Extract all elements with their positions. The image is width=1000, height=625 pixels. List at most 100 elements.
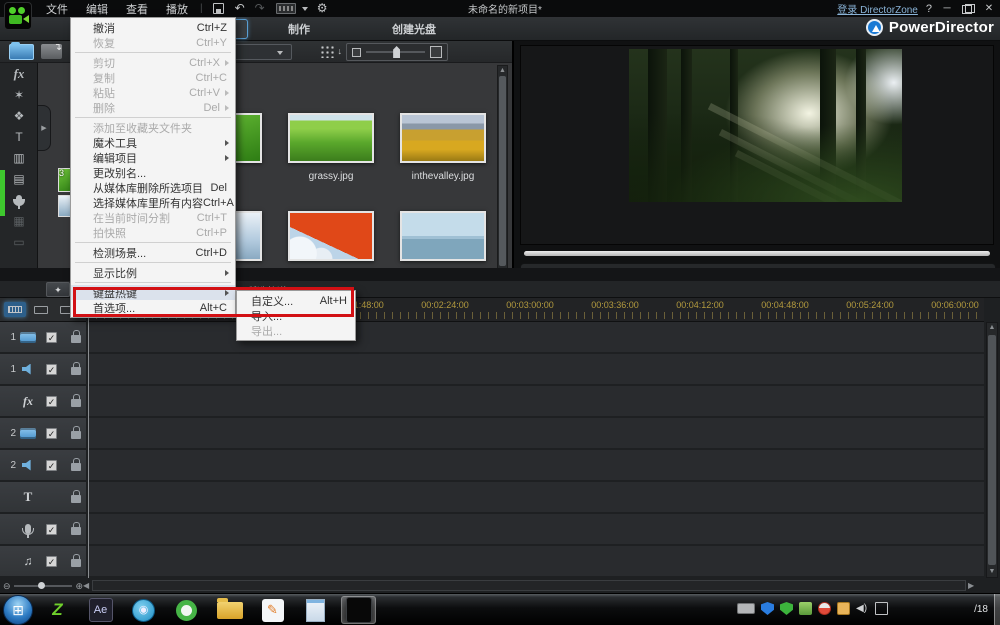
transition-room[interactable]: ▥ [0,147,38,168]
edit-menu-item[interactable]: 显示比例 [71,265,235,280]
tray-language-indicator-icon[interactable] [737,603,755,614]
subtitle-room[interactable]: ▭ [0,231,38,252]
timeline-lane[interactable] [88,482,984,512]
zoom-slider-thumb[interactable] [393,46,400,58]
preview-seekbar[interactable] [524,251,990,256]
audio-mixing-room[interactable]: ▤ [0,168,38,189]
zoom-slider[interactable] [366,51,425,53]
particle-room[interactable]: ❖ [0,105,38,126]
hotkey-submenu-item[interactable]: 导出... [237,323,355,338]
track-enable-checkbox[interactable] [46,332,57,343]
minimize-button[interactable]: ─ [940,3,954,14]
hscroll-left-arrow[interactable]: ◀ [83,580,89,591]
undo-icon[interactable]: ↶ [235,1,245,16]
track-lock-icon[interactable] [71,367,81,375]
help-button[interactable]: ? [926,3,932,15]
track-lock-icon[interactable] [71,431,81,439]
preview-video-frame[interactable] [629,49,902,202]
tray-camera-orange-icon[interactable] [837,602,850,615]
media-thumbnail[interactable] [400,211,486,261]
edit-menu-item[interactable]: 在当前时间分割Ctrl+T [71,210,235,225]
library-scrollbar[interactable]: ▲ ▼ [497,65,508,277]
zoom-in-icon[interactable] [430,46,442,58]
close-button[interactable]: ✕ [982,3,996,14]
edit-menu-item[interactable]: 恢复Ctrl+Y [71,35,235,50]
capture-dropdown-caret[interactable] [302,7,308,11]
tray-network-monitor-icon[interactable] [875,602,888,615]
track-lock-icon[interactable] [71,463,81,471]
track-lock-icon[interactable] [71,399,81,407]
ruler-view-button[interactable] [4,302,26,317]
app-file-explorer[interactable] [212,596,247,624]
timeline-lane[interactable] [88,514,984,544]
track-lock-icon[interactable] [71,335,81,343]
voice-over-room[interactable] [0,189,38,210]
timeline-lane[interactable] [88,354,984,384]
zoom-out-icon[interactable] [352,48,361,57]
show-desktop-button[interactable] [994,594,1000,625]
edit-menu-item[interactable]: 复制Ctrl+C [71,70,235,85]
timeline-vertical-scrollbar[interactable]: ▲ ▼ [986,322,998,578]
timeline-zoom-in-icon[interactable]: ⊕ [75,581,83,591]
edit-menu-item[interactable]: 编辑项目 [71,150,235,165]
playhead[interactable] [88,298,89,578]
edit-menu-item[interactable]: 检测场景...Ctrl+D [71,245,235,260]
tray-shield-blue-icon[interactable] [761,602,774,615]
menubar-item-1[interactable]: 编辑 [78,0,116,18]
timeline-horizontal-scrollbar[interactable] [92,580,966,591]
thumbnail-zoom-control[interactable] [346,43,448,61]
app-media-player[interactable]: ◉ [126,596,161,624]
media-thumbnail[interactable] [400,113,486,163]
app-after-effects[interactable]: Ae [83,596,118,624]
menubar-item-3[interactable]: 播放 [158,0,196,18]
capture-icon[interactable] [276,3,296,14]
timeline-lane[interactable] [88,322,984,352]
app-image-editor[interactable]: ✎ [255,596,290,624]
menubar-item-0[interactable]: 文件 [38,0,76,18]
sort-icon[interactable] [320,45,336,58]
timeline-zoom-thumb[interactable] [38,582,45,589]
tray-volume-icon[interactable]: ◀) [856,602,869,615]
track-enable-checkbox[interactable] [46,364,57,375]
tray-shield-green-icon[interactable] [780,602,793,615]
timeline-lane[interactable] [88,386,984,416]
timeline-zoom-out-icon[interactable]: ⊖ [3,581,11,591]
edit-menu-item[interactable]: 粘贴Ctrl+V [71,85,235,100]
edit-menu-item[interactable]: 更改别名... [71,165,235,180]
track-enable-checkbox[interactable] [46,556,57,567]
track-view-button[interactable] [30,302,52,317]
edit-menu-item[interactable]: 从媒体库删除所选项目Del [71,180,235,195]
save-icon[interactable] [213,3,224,14]
app-notepad[interactable] [298,596,333,624]
edit-menu-item[interactable]: 删除Del [71,100,235,115]
media-thumbnail[interactable] [288,211,374,261]
pip-objects-room[interactable]: ✶ [0,84,38,105]
redo-icon[interactable]: ↷ [255,1,265,16]
app-vector-z[interactable]: Z [40,596,75,624]
edit-menu-item[interactable]: 选择媒体库里所有内容Ctrl+A [71,195,235,210]
edit-menu-item[interactable]: 拍快照Ctrl+P [71,225,235,240]
magic-wand-button[interactable]: ✦ [46,282,70,297]
title-room[interactable]: T [0,126,38,147]
menubar-item-2[interactable]: 查看 [118,0,156,18]
tray-browser-red-icon[interactable] [818,602,831,615]
chapter-room[interactable]: ▦ [0,210,38,231]
settings-gear-icon[interactable]: ⚙ [317,1,328,16]
tab-produce[interactable]: 制作 [288,21,310,37]
import-media-icon[interactable] [41,44,62,59]
timeline-lane[interactable] [88,418,984,448]
track-enable-checkbox[interactable] [46,460,57,471]
media-thumbnail[interactable] [288,113,374,163]
track-enable-checkbox[interactable] [46,428,57,439]
track-lock-icon[interactable] [71,559,81,567]
edit-menu-item[interactable]: 剪切Ctrl+X [71,55,235,70]
tray-folder-sync-icon[interactable] [799,602,812,615]
track-enable-checkbox[interactable] [46,396,57,407]
timeline-lane[interactable] [88,546,984,576]
app-powerdirector[interactable] [341,596,376,624]
edit-menu-item[interactable]: 魔术工具 [71,135,235,150]
tab-create-disc[interactable]: 创建光盘 [392,21,436,37]
directorzone-login-link[interactable]: 登录 DirectorZone [837,1,918,16]
media-room-icon[interactable] [9,44,34,60]
effect-room[interactable]: fx [0,63,38,84]
